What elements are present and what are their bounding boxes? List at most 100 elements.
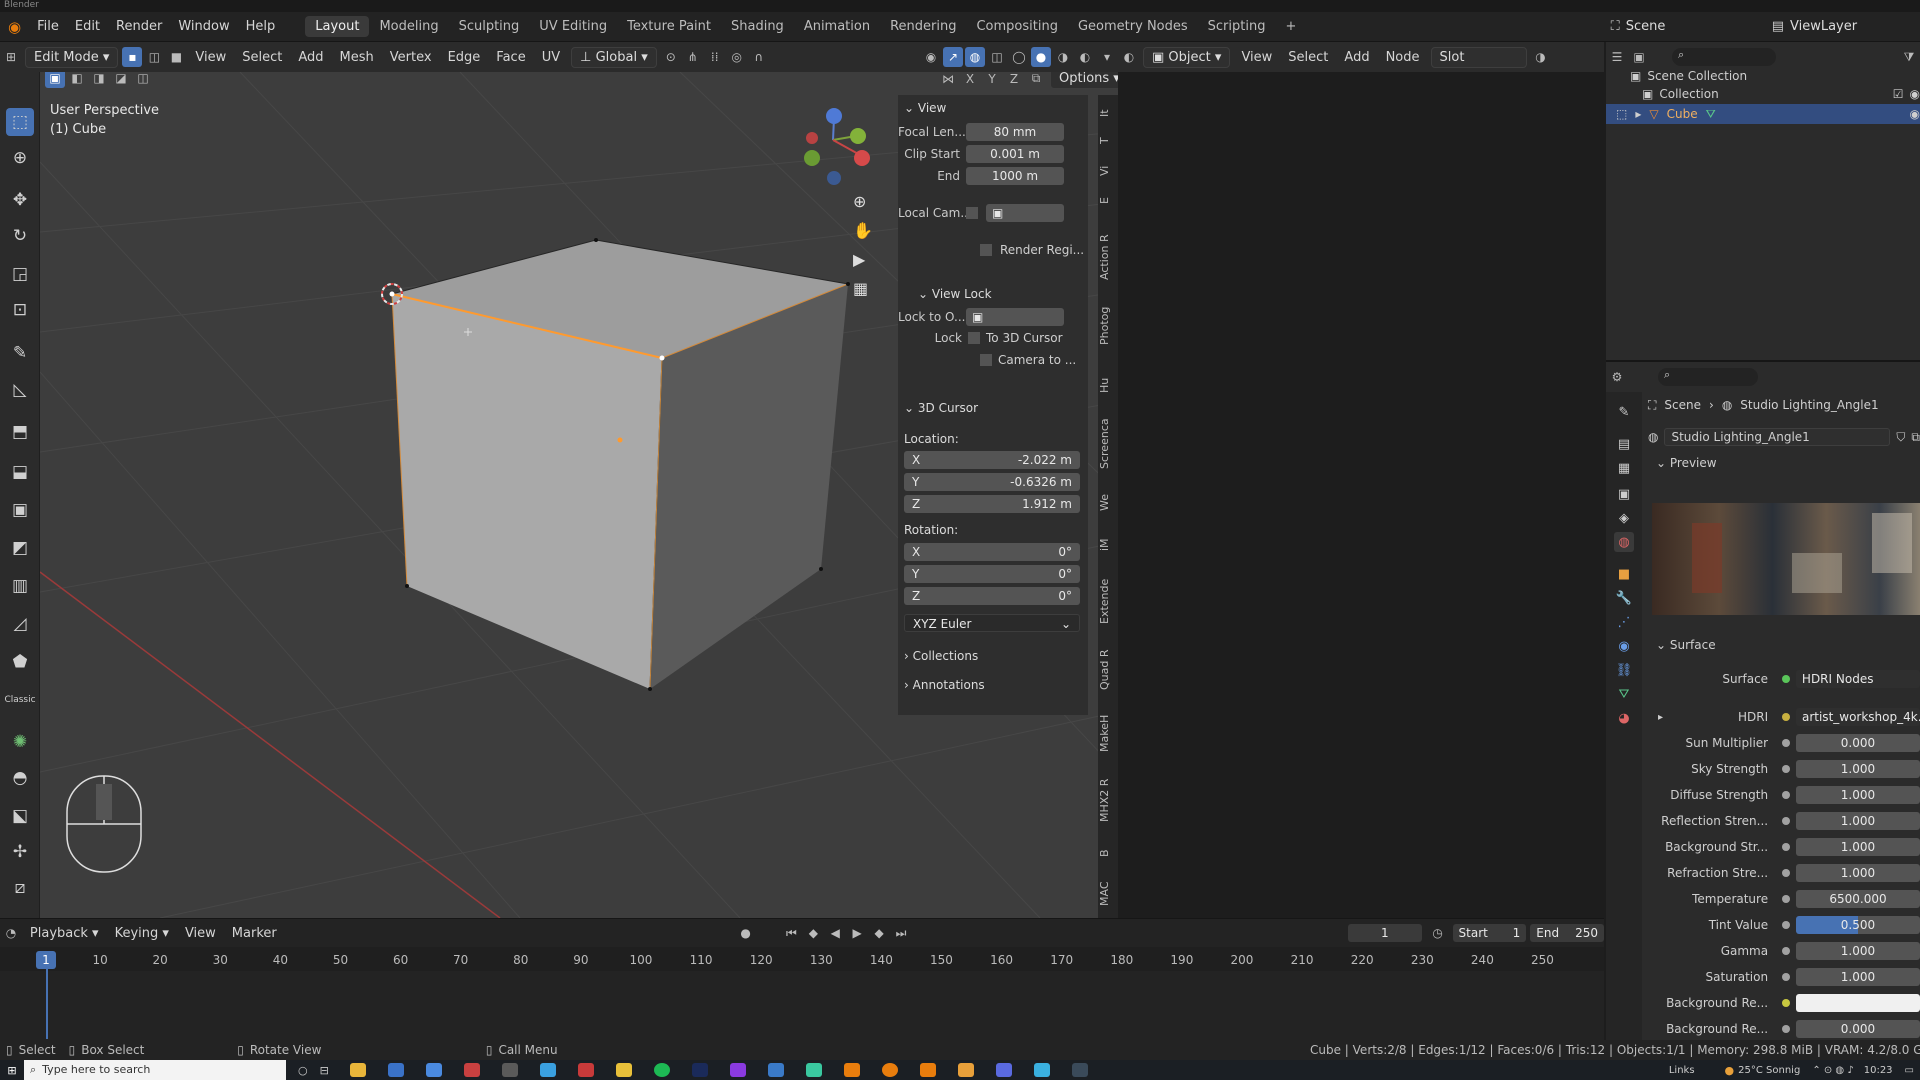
tab-item[interactable]: It — [1098, 103, 1118, 123]
camera-to-view-checkbox[interactable] — [980, 354, 992, 366]
material-tab-icon[interactable]: ◕ — [1614, 708, 1634, 728]
mesh-data-icon[interactable]: ⛛ — [1706, 107, 1716, 122]
clip-end-field[interactable]: 1000 m — [966, 167, 1064, 185]
object-tab-icon[interactable]: ■ — [1614, 564, 1634, 584]
saturation-field[interactable]: 1.000 — [1795, 968, 1920, 986]
local-camera-checkbox[interactable] — [966, 207, 978, 219]
app-icon-6[interactable] — [729, 1063, 746, 1077]
modifier-tab-icon[interactable]: 🔧 — [1614, 588, 1634, 608]
refraction-strength-field[interactable]: 1.000 — [1795, 864, 1920, 882]
app-icon-4[interactable] — [539, 1063, 556, 1077]
lock-to-object-field[interactable]: ▣ — [966, 308, 1064, 326]
view-layer-tab-icon[interactable]: ▣ — [1614, 484, 1634, 504]
links-label[interactable]: Links — [1669, 1065, 1695, 1076]
preview-header[interactable]: ⌄ Preview — [1656, 456, 1717, 470]
display-mode-icon[interactable]: ▣ — [1629, 47, 1649, 67]
tab-geometry-nodes[interactable]: Geometry Nodes — [1068, 16, 1198, 37]
sun-multiplier-field[interactable]: 0.000 — [1795, 734, 1920, 752]
expand-icon[interactable]: ▸ — [1635, 107, 1641, 121]
hdri-field[interactable]: artist_workshop_4k.... — [1795, 708, 1920, 726]
tool-tab-icon[interactable]: ✎ — [1614, 402, 1634, 422]
app-icon-7[interactable] — [767, 1063, 784, 1077]
ortho-grid-icon[interactable]: ▦ — [853, 279, 873, 298]
jump-start-icon[interactable]: ⏮ — [782, 923, 802, 943]
axis-x-toggle[interactable]: X — [960, 72, 980, 89]
tab-animation[interactable]: Animation — [794, 16, 880, 37]
cursor-rotation-y[interactable]: Y 0° — [904, 565, 1080, 583]
photoshop-icon[interactable] — [691, 1063, 708, 1077]
world-icon[interactable]: ◍ — [1648, 430, 1658, 444]
sky-strength-field[interactable]: 1.000 — [1795, 760, 1920, 778]
start-icon[interactable]: ⊞ — [0, 1064, 24, 1077]
classic-tool-icon[interactable]: Classic — [4, 686, 35, 714]
diffuse-strength-field[interactable]: 1.000 — [1795, 786, 1920, 804]
record-icon[interactable]: ● — [736, 923, 756, 943]
rotation-mode-dropdown[interactable]: XYZ Euler ⌄ — [904, 614, 1080, 632]
bevel-tool-icon[interactable]: ◩ — [6, 534, 34, 562]
node-menu-node[interactable]: Node — [1378, 50, 1428, 65]
tab-uv-editing[interactable]: UV Editing — [529, 16, 617, 37]
cube-eye-icon[interactable]: ◉ — [1910, 107, 1920, 121]
tab-shading[interactable]: Shading — [721, 16, 794, 37]
local-camera-field[interactable]: ▣ — [986, 204, 1064, 222]
app-icon-12[interactable] — [1033, 1063, 1050, 1077]
shading-dropdown-icon[interactable]: ▾ — [1097, 47, 1117, 67]
menu-vertex[interactable]: Vertex — [382, 50, 440, 65]
select-new-icon[interactable]: ▣ — [45, 72, 65, 88]
menu-edge[interactable]: Edge — [440, 50, 489, 65]
weather-label[interactable]: 25°C Sonnig — [1738, 1065, 1800, 1076]
scale-tool-icon[interactable]: ◲ — [6, 260, 34, 288]
menu-edit[interactable]: Edit — [67, 19, 108, 34]
clock-icon[interactable]: ◷ — [1428, 923, 1448, 943]
cursor-tool-icon[interactable]: ⊕ — [6, 144, 34, 172]
scene-tab-icon[interactable]: ◈ — [1614, 508, 1634, 528]
collection-checkbox[interactable]: ☑ — [1893, 87, 1904, 101]
annotations-header[interactable]: › Annotations — [904, 678, 985, 692]
vertex-select-icon[interactable]: ▪ — [122, 47, 143, 67]
axis-z-toggle[interactable]: Z — [1004, 72, 1024, 89]
slot-dropdown[interactable]: Slot — [1430, 46, 1527, 68]
menu-add[interactable]: Add — [290, 50, 331, 65]
rotate-tool-icon[interactable]: ↻ — [6, 222, 34, 250]
snap-icon[interactable]: ⋔ — [683, 47, 703, 67]
outliner-row-cube[interactable]: ⬚ ▸ ▽ Cube ⛛ ◉ — [1606, 104, 1920, 124]
render-tab-icon[interactable]: ▤ — [1614, 434, 1634, 454]
world-tab-icon[interactable]: ◍ — [1614, 532, 1634, 552]
tab-rendering[interactable]: Rendering — [880, 16, 966, 37]
tab-quad[interactable]: Quad R — [1098, 645, 1118, 695]
material-shading-icon[interactable]: ◑ — [1053, 47, 1073, 67]
poly-build-tool-icon[interactable]: ⬟ — [6, 648, 34, 676]
menu-uv[interactable]: UV — [534, 50, 568, 65]
notification-icon[interactable]: ▭ — [1905, 1065, 1914, 1076]
constraints-tab-icon[interactable]: ⛓ — [1614, 660, 1634, 680]
tab-sculpting[interactable]: Sculpting — [449, 16, 530, 37]
tab-scripting[interactable]: Scripting — [1198, 16, 1276, 37]
app-icon-11[interactable] — [995, 1063, 1012, 1077]
axis-y-toggle[interactable]: Y — [982, 72, 1002, 89]
jump-end-icon[interactable]: ⏭ — [891, 923, 911, 943]
knife-tool-icon[interactable]: ◿ — [6, 610, 34, 638]
spotify-icon[interactable] — [653, 1063, 670, 1077]
menu-help[interactable]: Help — [238, 19, 284, 34]
world-selector[interactable]: ◍ Studio Lighting_Angle1 ⛉ ⧉ — [1648, 426, 1920, 448]
falloff-icon[interactable]: ∩ — [749, 47, 769, 67]
3d-cursor-header[interactable]: ⌄ 3D Cursor — [904, 401, 978, 415]
temperature-field[interactable]: 6500.000 — [1795, 890, 1920, 908]
background-extra-field[interactable]: 0.000 — [1795, 1020, 1920, 1038]
current-frame-field[interactable]: 1 — [1347, 924, 1422, 942]
tab-view[interactable]: Vi — [1098, 161, 1118, 181]
tab-modeling[interactable]: Modeling — [369, 16, 448, 37]
inset-tool-icon[interactable]: ▣ — [6, 496, 34, 524]
solid-shading-icon[interactable]: ● — [1031, 47, 1051, 67]
props-search-input[interactable]: ⌕ — [1658, 368, 1758, 386]
blender-logo-icon[interactable]: ◉ — [0, 18, 29, 36]
xray-icon[interactable]: ◫ — [987, 47, 1007, 67]
shrink-tool-icon[interactable]: ✢ — [6, 838, 34, 866]
surface-header[interactable]: ⌄ Surface — [1656, 638, 1716, 652]
next-keyframe-icon[interactable]: ◆ — [869, 923, 889, 943]
clip-start-field[interactable]: 0.001 m — [966, 145, 1064, 163]
proportional-edit-icon[interactable]: ◎ — [727, 47, 747, 67]
lock-cursor-checkbox[interactable] — [968, 332, 980, 344]
timeline-type-icon[interactable]: ◔ — [1, 923, 21, 943]
tab-action[interactable]: Action R — [1098, 229, 1118, 285]
